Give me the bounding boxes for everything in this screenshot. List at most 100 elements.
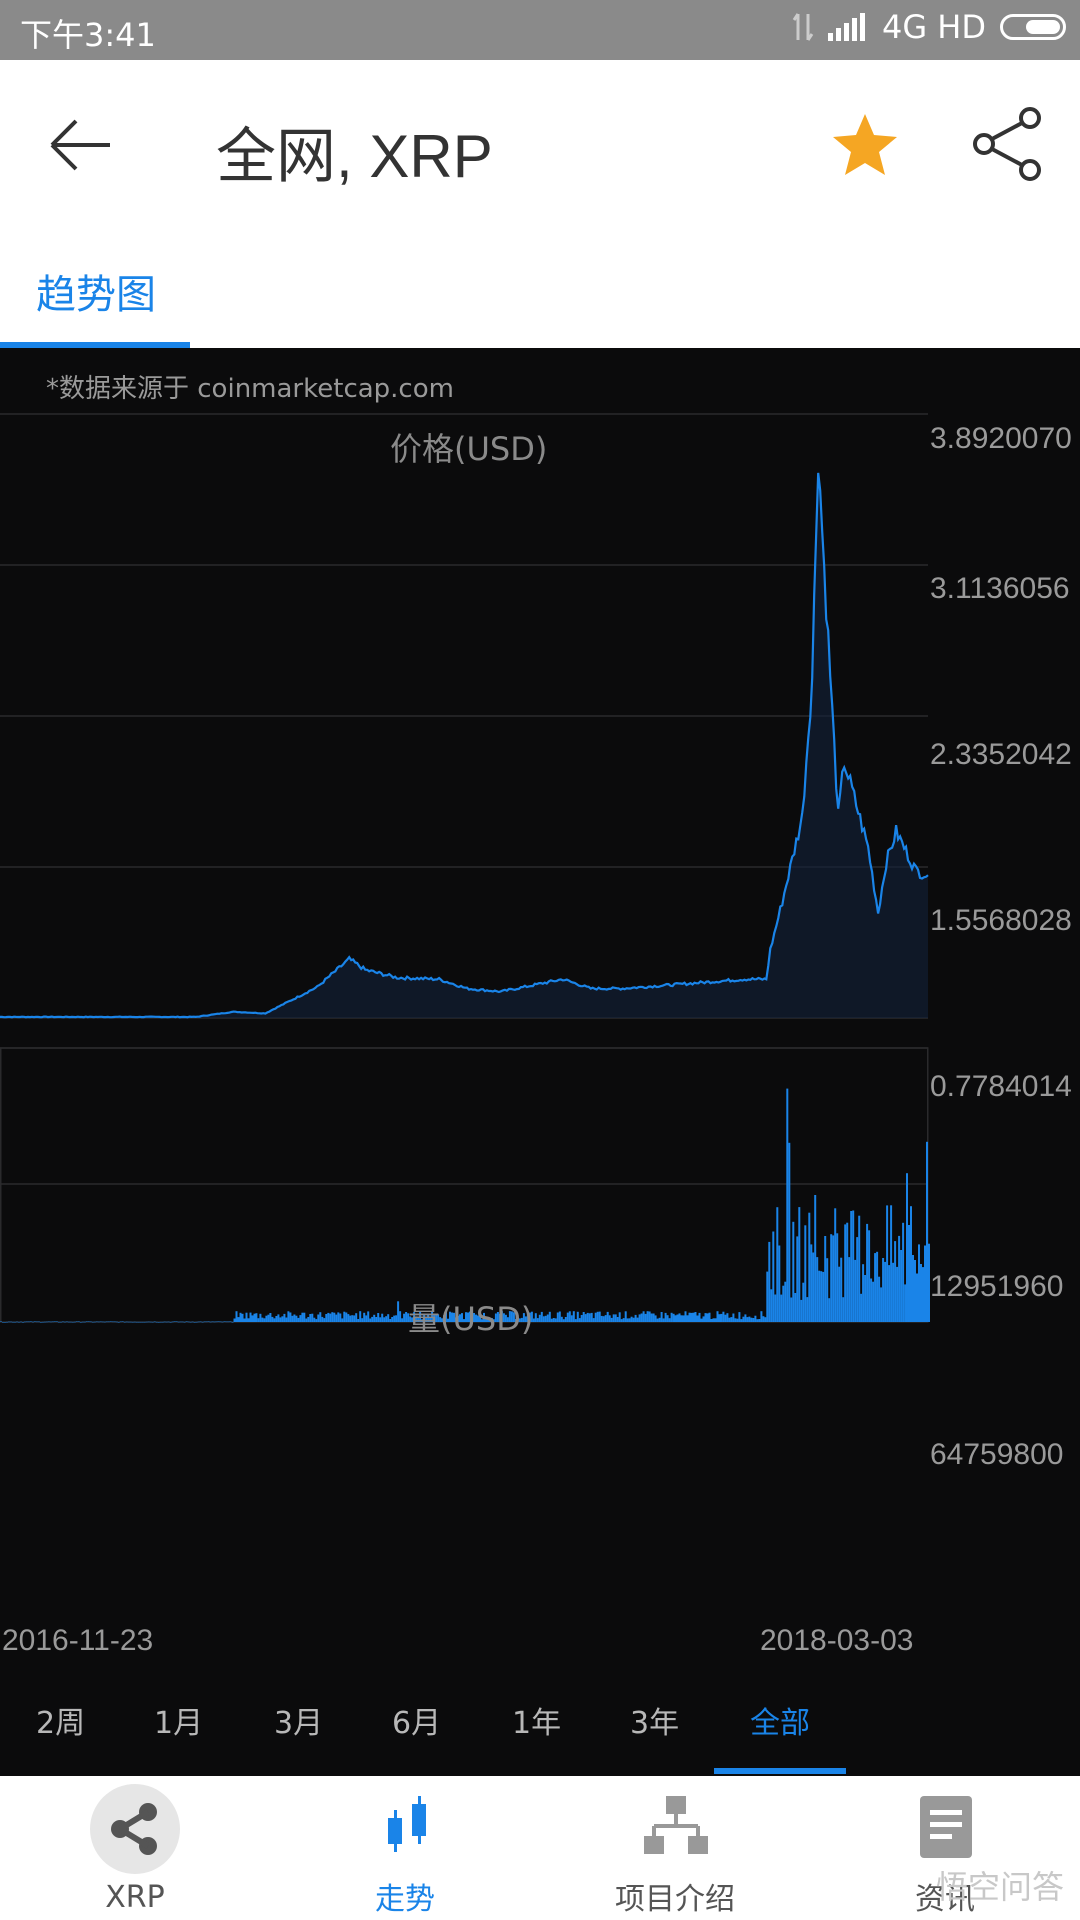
volume-bar	[748, 1316, 751, 1322]
volume-bar	[734, 1318, 737, 1322]
nav-label-trend: 走势	[375, 1882, 435, 1917]
nav-project-intro[interactable]: 项目介绍	[540, 1776, 810, 1920]
volume-bar	[910, 1206, 912, 1322]
volume-bar	[395, 1315, 398, 1322]
volume-bar	[271, 1316, 274, 1322]
volume-bar	[305, 1318, 308, 1322]
volume-bar	[556, 1312, 559, 1322]
volume-bar	[620, 1319, 623, 1322]
volume-bar	[295, 1315, 298, 1322]
volume-bar	[309, 1314, 312, 1322]
volume-bar	[664, 1312, 667, 1322]
volume-bar	[702, 1316, 705, 1322]
volume-bar	[552, 1318, 555, 1322]
volume-bar	[762, 1316, 765, 1322]
volume-bar	[676, 1314, 679, 1322]
volume-bar	[385, 1316, 388, 1322]
volume-bar	[119, 1321, 122, 1323]
volume-bar	[405, 1312, 408, 1322]
volume-bar	[782, 1285, 785, 1322]
volume-bar	[325, 1314, 328, 1322]
volume-bar	[191, 1321, 194, 1323]
volume-bar	[540, 1311, 543, 1322]
volume-bar	[335, 1314, 338, 1322]
volume-bar	[570, 1315, 573, 1322]
volume-bar	[656, 1318, 659, 1322]
volume-bar	[14, 1321, 16, 1323]
volume-bar	[103, 1321, 106, 1323]
volume-bar	[640, 1313, 643, 1322]
volume-bar	[329, 1313, 332, 1322]
volume-bar	[361, 1318, 364, 1322]
volume-bar	[243, 1318, 246, 1322]
range-6m-button[interactable]: 6月	[392, 1698, 441, 1742]
volume-bar	[542, 1316, 545, 1322]
volume-bar	[97, 1321, 100, 1323]
volume-bar	[804, 1225, 807, 1322]
volume-bar	[870, 1278, 873, 1322]
bottom-nav: XRP 走势 项目介绍 资讯 悟空问答	[0, 1776, 1080, 1920]
volume-bar	[614, 1314, 617, 1322]
volume-bar	[241, 1313, 244, 1322]
volume-bar	[299, 1315, 302, 1322]
range-all-button[interactable]: 全部	[750, 1698, 810, 1742]
volume-bar	[223, 1321, 226, 1322]
range-3y-button[interactable]: 3年	[630, 1698, 679, 1742]
volume-bar	[203, 1321, 206, 1323]
range-2w-button[interactable]: 2周	[36, 1698, 85, 1742]
volume-bar	[898, 1235, 901, 1322]
volume-bar	[800, 1299, 803, 1322]
xrp-logo-icon	[90, 1784, 180, 1874]
tab-trend-chart[interactable]: 趋势图	[36, 262, 156, 320]
candlestick-icon	[388, 1796, 426, 1852]
volume-bar	[227, 1321, 230, 1323]
range-1y-button[interactable]: 1年	[512, 1698, 561, 1742]
volume-bar	[81, 1321, 84, 1323]
volume-bar	[650, 1313, 653, 1322]
volume-bar	[4, 1322, 6, 1323]
volume-bar	[79, 1322, 82, 1323]
volume-bar	[71, 1321, 74, 1323]
volume-bar	[327, 1312, 330, 1322]
volume-bar	[922, 1267, 924, 1322]
volume-bar	[828, 1298, 831, 1322]
status-time: 下午3:41	[20, 16, 156, 54]
chart-area[interactable]: *数据来源于 coinmarketcap.com 价格(USD) 量(USD) …	[0, 348, 1080, 1776]
volume-bar	[604, 1315, 607, 1322]
volume-bar	[45, 1321, 48, 1323]
volume-bar	[628, 1318, 631, 1322]
share-icon[interactable]	[970, 106, 1046, 182]
range-1m-button[interactable]: 1月	[154, 1698, 203, 1742]
volume-bar	[712, 1318, 715, 1322]
volume-bar	[213, 1321, 216, 1323]
volume-bar	[197, 1321, 200, 1323]
star-favorite-icon[interactable]	[830, 110, 900, 180]
volume-bar	[538, 1314, 541, 1322]
volume-bar	[283, 1313, 286, 1322]
volume-bar	[578, 1318, 581, 1322]
back-arrow-icon[interactable]	[46, 110, 116, 180]
volume-bar	[141, 1321, 144, 1323]
volume-bar	[626, 1318, 629, 1322]
nav-trend[interactable]: 走势	[270, 1776, 540, 1920]
volume-bar	[536, 1318, 539, 1322]
volume-bar	[199, 1321, 202, 1323]
volume-bar	[41, 1321, 44, 1323]
volume-bar	[756, 1319, 759, 1322]
volume-bar	[391, 1317, 394, 1322]
volume-bar	[127, 1321, 130, 1323]
volume-bar	[668, 1318, 671, 1322]
range-3m-button[interactable]: 3月	[274, 1698, 323, 1742]
volume-bar	[353, 1315, 356, 1322]
volume-bars	[0, 1088, 930, 1323]
volume-bar	[251, 1315, 254, 1322]
nav-xrp[interactable]: XRP	[0, 1776, 270, 1920]
volume-bar	[888, 1265, 891, 1322]
volume-bar	[273, 1318, 276, 1322]
volume-bar	[694, 1312, 697, 1322]
volume-bar	[618, 1312, 621, 1322]
price-panel-title: 价格(USD)	[390, 430, 548, 468]
volume-bar	[566, 1312, 569, 1322]
volume-bar	[43, 1321, 46, 1323]
nav-news[interactable]: 资讯 悟空问答	[810, 1776, 1080, 1920]
